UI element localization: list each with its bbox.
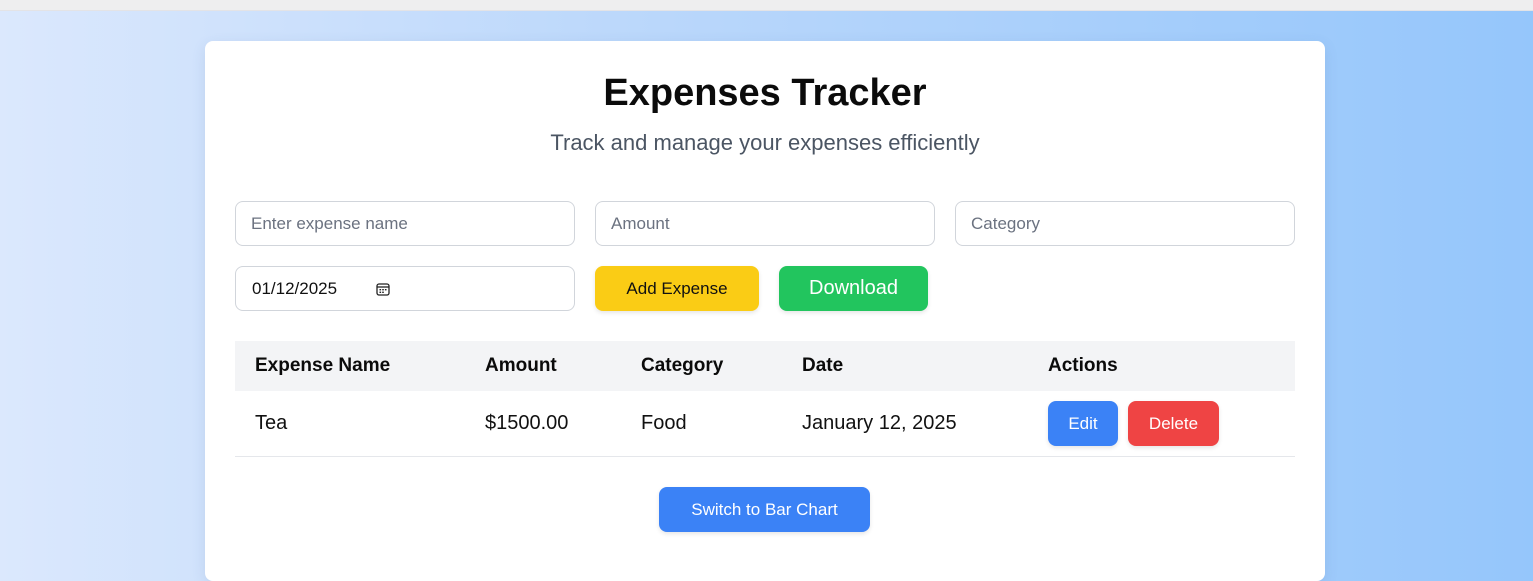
- browser-top-bar: [0, 0, 1533, 11]
- edit-button[interactable]: Edit: [1048, 401, 1118, 446]
- page-title: Expenses Tracker: [603, 72, 927, 114]
- cell-category: Food: [621, 391, 782, 457]
- header-expense-name: Expense Name: [235, 341, 465, 391]
- header-category: Category: [621, 341, 782, 391]
- delete-button[interactable]: Delete: [1128, 401, 1219, 446]
- page-subtitle: Track and manage your expenses efficient…: [550, 130, 980, 155]
- header-date: Date: [782, 341, 1028, 391]
- add-expense-button[interactable]: Add Expense: [595, 266, 759, 311]
- header-actions: Actions: [1028, 341, 1295, 391]
- amount-input[interactable]: [595, 201, 935, 246]
- category-input[interactable]: [955, 201, 1295, 246]
- expenses-table: Expense Name Amount Category Date Action…: [235, 341, 1295, 457]
- table-row: Tea $1500.00 Food January 12, 2025 Edit D…: [235, 391, 1295, 457]
- download-button[interactable]: Download: [779, 266, 928, 311]
- cell-amount: $1500.00: [465, 391, 621, 457]
- date-input[interactable]: 01/12/2025: [235, 266, 575, 311]
- cell-actions: Edit Delete: [1028, 391, 1295, 457]
- table-header-row: Expense Name Amount Category Date Action…: [235, 341, 1295, 391]
- cell-expense-name: Tea: [235, 391, 465, 457]
- cell-date: January 12, 2025: [782, 391, 1028, 457]
- switch-to-bar-chart-button[interactable]: Switch to Bar Chart: [659, 487, 870, 532]
- date-value: 01/12/2025: [252, 278, 338, 298]
- header-amount: Amount: [465, 341, 621, 391]
- expense-name-input[interactable]: [235, 201, 575, 246]
- calendar-icon[interactable]: [376, 282, 390, 296]
- expenses-card: Expenses Tracker Track and manage your e…: [205, 41, 1325, 581]
